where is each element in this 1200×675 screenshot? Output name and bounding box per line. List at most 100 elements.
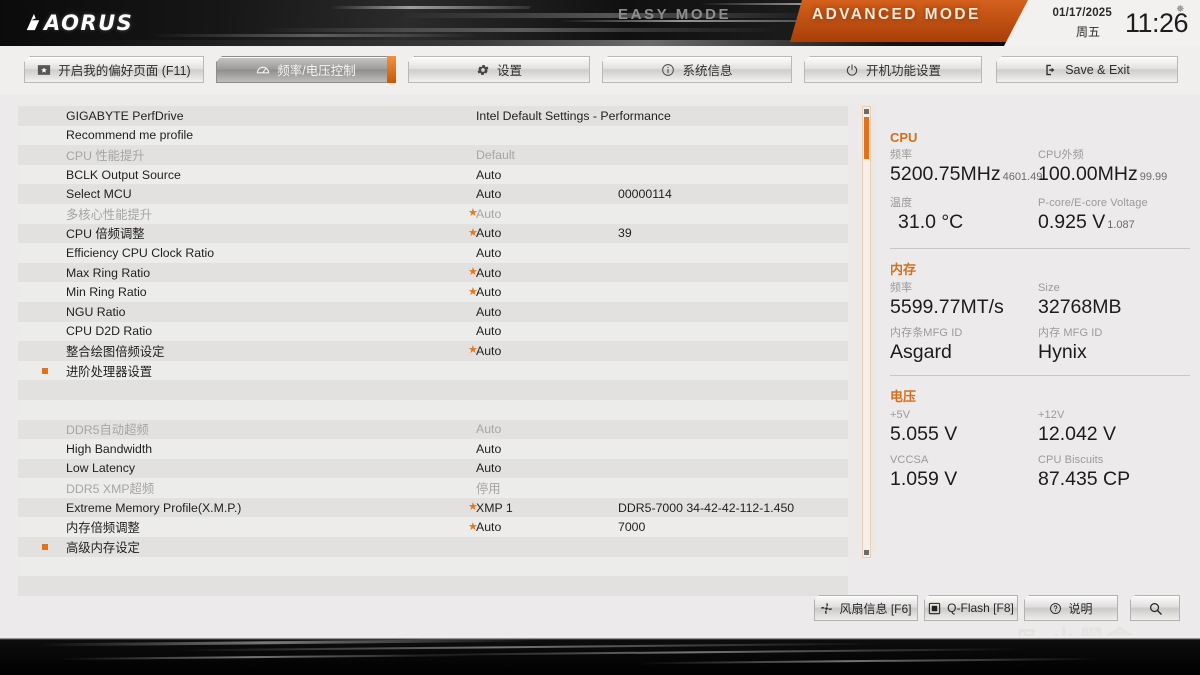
table-row[interactable]: DDR5自动超频 Auto [18,419,848,440]
banner-streak [398,13,822,18]
info-cell: Size 32768MB [1038,281,1186,319]
info-key: 温度 [890,197,913,209]
setting-extra-value: 7000 [618,520,646,535]
setting-value[interactable]: XMP 1 [476,501,513,515]
nav-tab-bar: 开启我的偏好页面 (F11) 频率/电压控制 设置 系统信息 开机功能设置 Sa… [0,46,1200,94]
info-column: CPU外频 100.00MHz 99.99 P-core/E-core Voltage… [1038,148,1186,244]
info-group-title: 内存 [890,262,917,277]
info-value: 12.042 V [1038,423,1117,445]
setting-value[interactable]: Auto [476,226,501,240]
table-row[interactable]: Recommend me profile [18,125,848,146]
table-row[interactable]: Max Ring Ratio ★ Auto [18,262,848,283]
favorite-page-icon [38,64,51,75]
info-grid: +5V 5.055 V VCCSA 1.059 V +12V 12.042 V CPU Bi… [890,408,1190,498]
table-row[interactable]: CPU D2D Ratio Auto [18,321,848,342]
table-row[interactable]: Extreme Memory Profile(X.M.P.) ★ XMP 1 DDR5… [18,497,848,518]
setting-label: Recommend me profile [66,128,194,143]
setting-value[interactable]: Auto [476,344,501,358]
submenu-bullet-icon [42,367,48,374]
setting-label: BCLK Output Source [66,167,181,182]
setting-value[interactable]: Auto [476,324,501,338]
settings-scrollbar[interactable] [862,106,871,558]
setting-value[interactable]: Auto [476,246,501,260]
table-row[interactable] [18,576,848,596]
info-subvalue: 99.99 [1139,171,1168,183]
table-row[interactable]: CPU 倍频调整 ★ Auto 39 [18,223,848,244]
hardware-info-panel: CPU 频率 5200.75MHz 4601.49 温度 31.0 °C CPU外频 100.… [890,130,1190,504]
table-row[interactable]: CPU 性能提升 Default [18,145,848,165]
table-row[interactable]: High Bandwidth Auto [18,439,848,459]
table-row[interactable]: Efficiency CPU Clock Ratio Auto [18,243,848,263]
info-cell: CPU Biscuits 87.435 CP [1038,453,1186,491]
info-column: 频率 5599.77MT/s 内存条MFG ID Asgard [890,281,1038,371]
table-row[interactable]: 内存倍频调整 ★ Auto 7000 [18,517,848,538]
info-group-title: 电压 [890,389,917,404]
table-row[interactable] [18,556,848,577]
info-subvalue: 1.087 [1107,219,1135,231]
info-cell: CPU外频 100.00MHz 99.99 [1038,148,1186,189]
tab-system-info[interactable]: 系统信息 [602,56,792,83]
fan-info-button[interactable]: 风扇信息 [F6] [814,595,918,621]
setting-label: GIGABYTE PerfDrive [66,108,184,123]
system-date: 01/17/2025 [1052,7,1112,19]
setting-label: Extreme Memory Profile(X.M.P.) [66,500,242,515]
setting-value[interactable]: Auto [476,520,501,534]
info-key: +5V [890,409,911,421]
info-column: Size 32768MB 内存 MFG ID Hynix [1038,281,1186,371]
table-row[interactable]: Select MCU Auto 00000114 [18,184,848,204]
table-row[interactable]: 多核心性能提升 ★ Auto [18,203,848,224]
table-row[interactable]: 进阶处理器设置 [18,360,848,381]
table-row[interactable]: 高级内存设定 [18,537,848,557]
gear-icon [477,64,489,75]
table-row[interactable]: Low Latency Auto [18,458,848,479]
trim-bar [40,638,540,647]
tab-settings[interactable]: 设置 [408,56,590,83]
setting-value[interactable]: Auto [476,305,501,319]
settings-row-list: GIGABYTE PerfDrive Intel Default Settings… [18,106,848,596]
info-value: 87.435 CP [1038,468,1131,490]
table-row[interactable]: Min Ring Ratio ★ Auto [18,282,848,302]
table-row[interactable]: GIGABYTE PerfDrive Intel Default Settings… [18,106,848,126]
info-cell: 频率 5599.77MT/s [890,281,1038,319]
tab-save-exit[interactable]: Save & Exit [996,56,1178,83]
table-row[interactable] [18,399,848,420]
setting-value[interactable]: Auto [476,442,501,456]
qflash-button[interactable]: Q-Flash [F8] [924,595,1018,621]
tab-boot[interactable]: 开机功能设置 [804,56,982,83]
info-cell: 频率 5200.75MHz 4601.49 [890,148,1042,189]
setting-value[interactable]: Auto [476,422,501,436]
table-row[interactable]: 整合绘图倍频设定 ★ Auto [18,341,848,361]
banner-streak [329,6,531,9]
info-column: 频率 5200.75MHz 4601.49 温度 31.0 °C [890,148,1042,244]
setting-label: CPU 性能提升 [66,148,145,163]
info-group-title: CPU [890,130,918,145]
table-row[interactable]: NGU Ratio Auto [18,301,848,322]
setting-value[interactable]: Intel Default Settings - Performance [476,109,671,123]
scrollbar-thumb[interactable] [864,117,869,159]
system-weekday: 周五 [1075,25,1100,39]
scroll-down-icon[interactable] [864,550,869,555]
setting-value[interactable]: Auto [476,285,501,299]
scroll-up-icon[interactable] [864,109,869,114]
setting-value[interactable]: Auto [476,187,501,201]
table-row[interactable]: BCLK Output Source Auto [18,164,848,185]
table-row[interactable]: DDR5 XMP超频 停用 [18,478,848,498]
setting-label: Efficiency CPU Clock Ratio [66,245,215,260]
info-value: 31.0 °C [898,211,964,233]
easy-mode-tab[interactable]: EASY MODE [618,6,731,23]
tab-favorites[interactable]: 开启我的偏好页面 (F11) [24,56,204,83]
setting-value[interactable]: Auto [476,168,501,182]
trim-bar [640,657,1100,665]
setting-label: 多核心性能提升 [66,207,153,222]
setting-value[interactable]: Auto [476,461,501,475]
table-row[interactable] [18,380,848,400]
tab-tweaker[interactable]: 频率/电压控制 [216,56,396,83]
gear-icon[interactable] [1173,2,1186,15]
setting-value[interactable]: Default [476,148,515,162]
setting-value[interactable]: Auto [476,266,501,280]
top-banner: AORUS EASY MODE ADVANCED MODE 01/17/2025… [0,0,1200,46]
setting-value[interactable]: 停用 [476,479,501,497]
setting-value[interactable]: Auto [476,207,501,221]
setting-extra-value: 00000114 [618,187,672,202]
info-value: 5599.77MT/s [890,296,1004,318]
